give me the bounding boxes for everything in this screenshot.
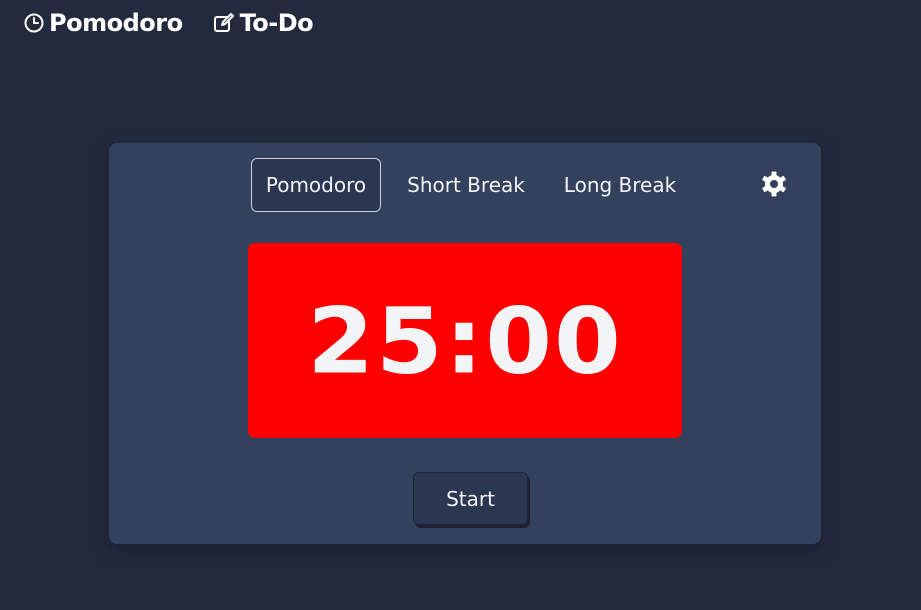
nav-link-todo[interactable]: To-Do	[213, 9, 314, 37]
nav-link-label: To-Do	[239, 9, 314, 37]
timer-value: 25:00	[307, 287, 623, 394]
tab-label: Short Break	[407, 173, 525, 197]
gear-icon	[762, 171, 786, 197]
nav-link-label: Pomodoro	[49, 9, 183, 37]
tab-pomodoro[interactable]: Pomodoro	[251, 158, 381, 212]
tab-long-break[interactable]: Long Break	[551, 158, 689, 212]
top-navigation: Pomodoro To-Do	[24, 6, 343, 40]
timer-card: Pomodoro Short Break Long Break 25:00 St…	[109, 143, 821, 544]
start-button[interactable]: Start	[413, 472, 528, 525]
tab-label: Long Break	[563, 173, 677, 197]
timer-display: 25:00	[248, 243, 682, 438]
settings-button[interactable]	[760, 170, 788, 198]
tab-short-break[interactable]: Short Break	[396, 158, 536, 212]
edit-icon	[213, 13, 234, 32]
tab-label: Pomodoro	[265, 173, 367, 197]
clock-icon	[24, 13, 44, 33]
nav-link-pomodoro[interactable]: Pomodoro	[24, 9, 183, 37]
